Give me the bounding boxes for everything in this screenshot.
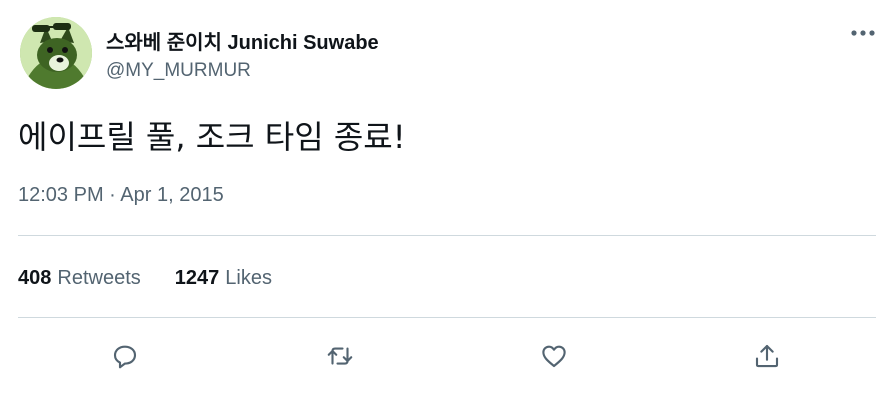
action-bar	[0, 334, 894, 378]
likes-count: 1247	[174, 267, 220, 289]
engagement-stats: 408 Retweets 1247 Likes	[18, 267, 272, 290]
avatar[interactable]	[20, 17, 92, 89]
share-button[interactable]	[745, 334, 789, 378]
retweets-label: Retweets	[57, 267, 141, 289]
timestamp-separator: ·	[109, 184, 116, 206]
tweet-time[interactable]: 12:03 PM	[18, 184, 104, 206]
reply-button[interactable]	[103, 334, 147, 378]
display-name[interactable]: 스와베 준이치 Junichi Suwabe	[106, 26, 379, 55]
more-options-button[interactable]	[846, 22, 880, 44]
retweets-stat[interactable]: 408 Retweets	[18, 267, 141, 290]
tweet-date[interactable]: Apr 1, 2015	[120, 184, 223, 206]
like-button[interactable]	[532, 334, 576, 378]
likes-stat[interactable]: 1247 Likes	[175, 267, 272, 290]
retweet-arrows-icon	[327, 347, 353, 365]
divider	[18, 317, 876, 318]
retweets-count: 408	[18, 267, 52, 289]
share-upload-icon	[755, 344, 779, 368]
retweet-button[interactable]	[318, 334, 362, 378]
user-handle[interactable]: @MY_MURMUR	[106, 60, 251, 82]
speech-bubble-icon	[113, 345, 137, 369]
heart-icon	[542, 345, 566, 368]
tweet-timestamp[interactable]: 12:03 PM · Apr 1, 2015	[18, 184, 224, 207]
tweet-text: 에이프릴 풀, 조크 타임 종료!	[18, 118, 406, 156]
dog-avatar-icon	[20, 17, 92, 89]
more-dots-icon	[851, 30, 875, 36]
tweet-card: 스와베 준이치 Junichi Suwabe @MY_MURMUR 에이프릴 풀…	[0, 0, 894, 409]
likes-label: Likes	[225, 267, 272, 289]
divider	[18, 235, 876, 236]
